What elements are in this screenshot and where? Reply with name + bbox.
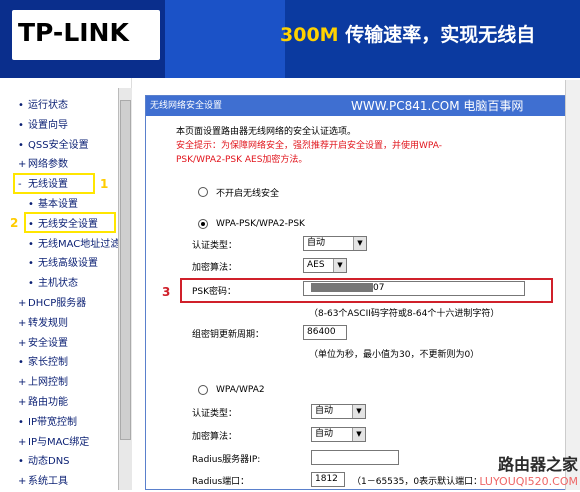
corner-watermark: 路由器之家 LUYOUQI520.COM xyxy=(479,455,578,488)
radio-wpa-psk[interactable] xyxy=(198,219,208,229)
sidebar-item-label: 路由功能 xyxy=(28,396,68,408)
sidebar-item-label: 网络参数 xyxy=(28,159,68,171)
bullet-icon: • xyxy=(18,357,24,369)
panel-title-bar: 无线网络安全设置 WWW.PC841.COM 电脑百事网 xyxy=(146,96,579,116)
sidebar-item-label: 上网控制 xyxy=(28,377,68,389)
sidebar-item-label: 主机状态 xyxy=(38,278,78,290)
sidebar-menu: • 运行状态 • 设置向导 • QSS安全设置 + 网络参数 - 无线设置 • 基本设置 • 无线安全设置… xyxy=(0,96,118,492)
sidebar-item-1[interactable]: • 设置向导 xyxy=(0,116,118,136)
radio-no-security-label: 不开启无线安全 xyxy=(216,189,280,199)
sidebar-item-17[interactable]: + IP与MAC绑定 xyxy=(0,433,118,453)
sidebar-item-label: 设置向导 xyxy=(28,119,68,131)
sidebar-item-label: 无线MAC地址过滤 xyxy=(38,238,118,250)
chevron-down-icon: ▼ xyxy=(352,405,365,418)
sidebar-item-10[interactable]: + DHCP服务器 xyxy=(0,294,118,314)
sidebar-scroll-thumb[interactable] xyxy=(120,100,131,440)
sidebar-item-label: IP与MAC绑定 xyxy=(28,436,90,448)
highlight-wireless-security xyxy=(24,212,116,233)
sidebar-item-label: 运行状态 xyxy=(28,100,68,111)
intro-text: 本页面设置路由器无线网络的安全认证选项。 xyxy=(176,127,357,137)
annotation-3: 3 xyxy=(162,285,171,299)
radius-ip-label: Radius服务器IP: xyxy=(192,455,261,465)
sidebar-item-label: 系统工具 xyxy=(28,476,68,488)
main-scrollbar[interactable] xyxy=(565,80,580,490)
sidebar-item-label: IP带宽控制 xyxy=(28,416,77,428)
bullet-icon: • xyxy=(18,456,24,468)
sidebar-item-13[interactable]: • 家长控制 xyxy=(0,353,118,373)
radio-no-security[interactable] xyxy=(198,187,208,197)
chevron-down-icon: ▼ xyxy=(333,259,346,272)
sidebar-item-0[interactable]: • 运行状态 xyxy=(0,96,118,116)
banner-slogan: 300M 传输速率，实现无线自 xyxy=(280,24,536,46)
radius-ip-input[interactable] xyxy=(311,450,399,465)
sidebar-item-label: 转发规则 xyxy=(28,317,68,329)
auth-type-select[interactable]: 自动 ▼ xyxy=(303,236,367,251)
radius-port-input[interactable]: 1812 xyxy=(311,472,345,487)
highlight-psk-row xyxy=(180,278,553,303)
sidebar-item-15[interactable]: + 路由功能 xyxy=(0,393,118,413)
site-watermark: WWW.PC841.COM 电脑百事网 xyxy=(351,99,524,113)
sidebar-item-label: 动态DNS xyxy=(28,456,70,468)
sidebar-item-19[interactable]: + 系统工具 xyxy=(0,472,118,492)
sidebar-item-label: DHCP服务器 xyxy=(28,297,87,309)
radio-wpa[interactable] xyxy=(198,385,208,395)
sidebar-item-label: 家长控制 xyxy=(28,357,68,369)
bullet-icon: + xyxy=(18,476,27,488)
security-tip-line2: PSK/WPA2-PSK AES加密方法。 xyxy=(176,155,308,165)
bullet-icon: • xyxy=(18,119,24,131)
radio-wpa-psk-label: WPA-PSK/WPA2-PSK xyxy=(216,219,305,229)
auth-type2-select[interactable]: 自动 ▼ xyxy=(311,404,366,419)
sidebar-item-7[interactable]: • 无线MAC地址过滤 xyxy=(0,235,118,255)
radio-wpa-label: WPA/WPA2 xyxy=(216,385,265,395)
sidebar-item-12[interactable]: + 安全设置 xyxy=(0,334,118,354)
bullet-icon: • xyxy=(18,416,24,428)
bullet-icon: + xyxy=(18,317,27,329)
panel-title: 无线网络安全设置 xyxy=(150,101,223,111)
auth-type2-label: 认证类型： xyxy=(192,409,238,419)
highlight-wireless-settings xyxy=(13,173,95,194)
sidebar-item-8[interactable]: • 无线高级设置 xyxy=(0,254,118,274)
group-key-renewal-hint: （单位为秒，最小值为30，不更新则为0） xyxy=(309,350,480,360)
bullet-icon: + xyxy=(18,436,27,448)
annotation-2: 2 xyxy=(10,216,19,230)
security-tip-line1: 安全提示：为保障网络安全，强烈推荐开启安全设置，并使用WPA- xyxy=(176,141,442,151)
sidebar-item-label: 无线高级设置 xyxy=(38,258,98,270)
auth-type-label: 认证类型： xyxy=(192,241,238,251)
bullet-icon: • xyxy=(18,139,24,151)
bullet-icon: + xyxy=(18,396,27,408)
bullet-icon: • xyxy=(28,278,34,290)
sidebar-item-label: 安全设置 xyxy=(28,337,68,349)
bullet-icon: • xyxy=(18,100,24,111)
annotation-1: 1 xyxy=(100,177,109,191)
sidebar-scrollbar[interactable] xyxy=(118,88,132,490)
chevron-down-icon: ▼ xyxy=(352,428,365,441)
sidebar-item-11[interactable]: + 转发规则 xyxy=(0,314,118,334)
group-key-renewal-input[interactable]: 86400 xyxy=(303,325,347,340)
sidebar-item-label: 基本设置 xyxy=(38,198,78,210)
banner-stripe xyxy=(165,0,285,78)
tp-link-logo: TP-LINK xyxy=(12,10,160,60)
encryption-select[interactable]: AES ▼ xyxy=(303,258,347,273)
bullet-icon: • xyxy=(28,258,34,270)
sidebar-item-14[interactable]: + 上网控制 xyxy=(0,373,118,393)
radius-port-label: Radius端口： xyxy=(192,477,250,487)
sidebar-item-16[interactable]: • IP带宽控制 xyxy=(0,413,118,433)
encryption2-label: 加密算法： xyxy=(192,432,238,442)
radius-port-hint: （1－65535，0表示默认端口： xyxy=(352,477,483,487)
chevron-down-icon: ▼ xyxy=(353,237,366,250)
header-banner: TP-LINK 300M 传输速率，实现无线自 xyxy=(0,0,580,78)
group-key-renewal-label: 组密钥更新周期： xyxy=(192,330,265,340)
sidebar-item-9[interactable]: • 主机状态 xyxy=(0,274,118,294)
encryption2-select[interactable]: 自动 ▼ xyxy=(311,427,366,442)
encryption-label: 加密算法： xyxy=(192,263,238,273)
psk-hint: （8-63个ASCII码字符或8-64个十六进制字符） xyxy=(309,309,500,319)
sidebar-item-label: QSS安全设置 xyxy=(28,139,89,151)
bullet-icon: + xyxy=(18,297,27,309)
bullet-icon: + xyxy=(18,337,27,349)
bullet-icon: + xyxy=(18,377,27,389)
bullet-icon: • xyxy=(28,238,34,250)
sidebar-item-2[interactable]: • QSS安全设置 xyxy=(0,136,118,156)
sidebar-item-18[interactable]: • 动态DNS xyxy=(0,452,118,472)
